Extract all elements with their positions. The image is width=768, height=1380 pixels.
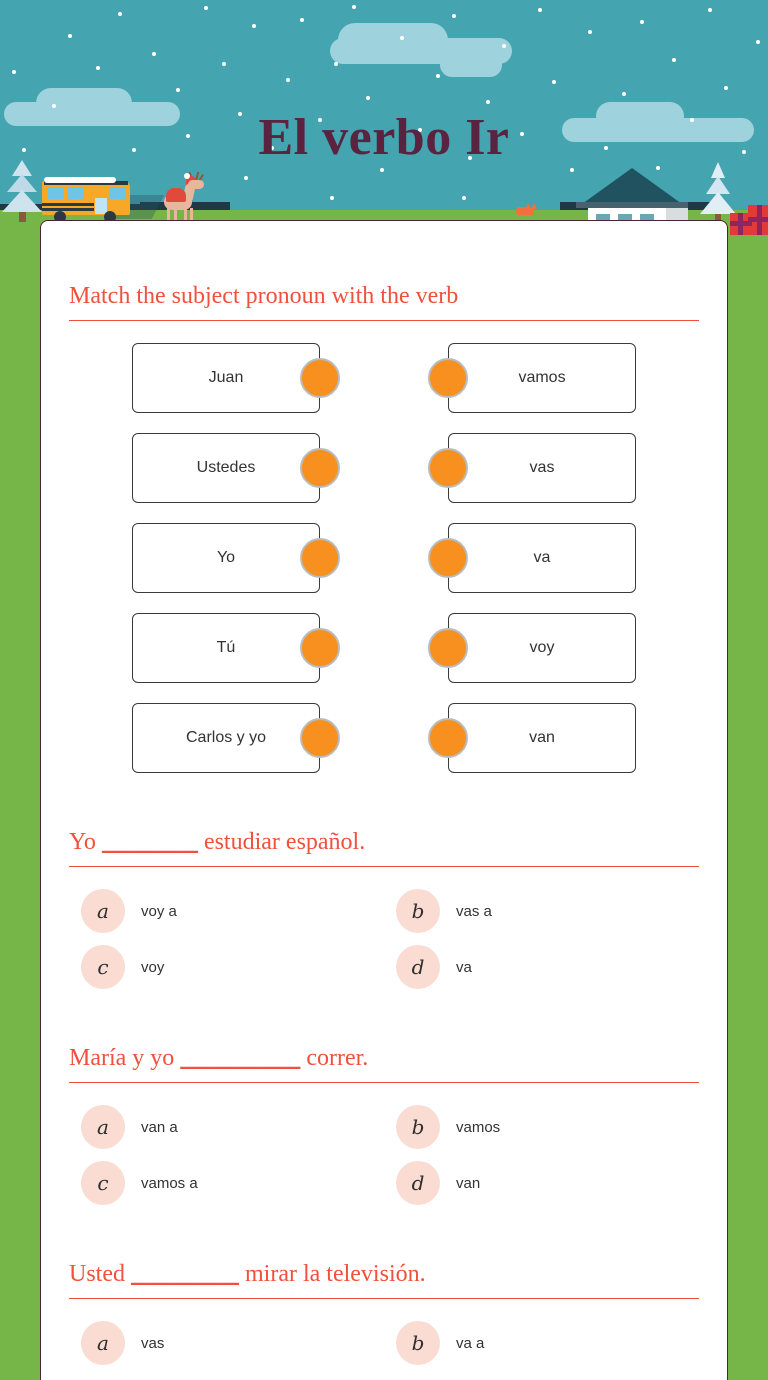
option-letter: b — [396, 889, 440, 933]
match-right-item[interactable]: vamos — [428, 343, 636, 413]
match-left-item[interactable]: Ustedes — [132, 433, 340, 503]
option-label: va — [456, 958, 472, 976]
match-right-item[interactable]: va — [428, 523, 636, 593]
option-label: van a — [141, 1118, 178, 1136]
option-label: vas a — [456, 902, 492, 920]
match-right-item[interactable]: vas — [428, 433, 636, 503]
option-list: a van a b vamos c vamos a d van — [69, 1105, 699, 1205]
option-item[interactable]: c vamos a — [69, 1161, 384, 1205]
option-list: a vas b va a — [69, 1321, 699, 1365]
match-row: Carlos y yo van — [69, 703, 699, 773]
option-label: va a — [456, 1334, 485, 1352]
option-item[interactable]: a van a — [69, 1105, 384, 1149]
fox-icon — [516, 203, 538, 217]
option-list: a voy a b vas a c voy d va — [69, 889, 699, 989]
pine-tree-icon — [2, 160, 46, 228]
option-item[interactable]: b vas a — [384, 889, 699, 933]
match-connector-dot[interactable] — [300, 628, 340, 668]
question-blank: _________ — [131, 1261, 239, 1287]
gift-boxes-icon — [730, 205, 768, 239]
question-suffix: estudiar español. — [197, 829, 366, 855]
question-prefix: María y yo — [69, 1045, 181, 1071]
option-item[interactable]: b vamos — [384, 1105, 699, 1149]
option-letter: d — [396, 945, 440, 989]
match-left-label: Yo — [216, 549, 236, 566]
option-label: voy — [141, 958, 165, 976]
match-left-item[interactable]: Tú — [132, 613, 340, 683]
option-label: voy a — [141, 902, 177, 920]
option-item[interactable]: d van — [384, 1161, 699, 1205]
worksheet-header-banner: El verbo Ir — [0, 0, 768, 232]
question-prompt: Yo ________ estudiar español. — [69, 829, 699, 867]
match-connector-dot[interactable] — [300, 358, 340, 398]
option-letter: b — [396, 1321, 440, 1365]
option-letter: b — [396, 1105, 440, 1149]
question-prompt: María y yo __________ correr. — [69, 1045, 699, 1083]
question-block: Usted _________ mirar la televisión. a v… — [69, 1261, 699, 1365]
option-letter: a — [81, 889, 125, 933]
match-connector-dot[interactable] — [300, 538, 340, 578]
question-prefix: Yo — [69, 829, 102, 855]
match-right-label: va — [533, 549, 551, 566]
school-bus-icon — [42, 175, 165, 223]
option-item[interactable]: a vas — [69, 1321, 384, 1365]
match-connector-dot[interactable] — [428, 448, 468, 488]
matching-rows: Juan vamos Ustedes vas Yo va Tú voy Carl… — [69, 343, 699, 773]
question-suffix: correr. — [300, 1045, 369, 1071]
match-right-label: vas — [529, 459, 555, 476]
match-left-label: Ustedes — [196, 459, 256, 476]
option-letter: c — [81, 945, 125, 989]
match-left-label: Carlos y yo — [185, 729, 267, 746]
match-right-label: voy — [529, 639, 555, 656]
match-connector-dot[interactable] — [428, 628, 468, 668]
option-item[interactable]: a voy a — [69, 889, 384, 933]
match-left-item[interactable]: Yo — [132, 523, 340, 593]
question-suffix: mirar la televisión. — [239, 1261, 426, 1287]
match-row: Tú voy — [69, 613, 699, 683]
option-letter: a — [81, 1105, 125, 1149]
question-block: María y yo __________ correr. a van a b … — [69, 1045, 699, 1205]
option-label: vamos a — [141, 1174, 198, 1192]
option-item[interactable]: c voy — [69, 945, 384, 989]
match-row: Ustedes vas — [69, 433, 699, 503]
match-connector-dot[interactable] — [300, 448, 340, 488]
option-letter: a — [81, 1321, 125, 1365]
match-right-item[interactable]: van — [428, 703, 636, 773]
option-label: vamos — [456, 1118, 501, 1136]
option-label: vas — [141, 1334, 165, 1352]
match-connector-dot[interactable] — [428, 358, 468, 398]
page-title: El verbo Ir — [258, 109, 510, 166]
match-left-item[interactable]: Juan — [132, 343, 340, 413]
match-connector-dot[interactable] — [428, 538, 468, 578]
match-connector-dot[interactable] — [300, 718, 340, 758]
question-blank: ________ — [101, 829, 198, 855]
match-right-label: van — [529, 729, 555, 746]
option-letter: d — [396, 1161, 440, 1205]
question-prefix: Usted — [69, 1261, 131, 1287]
option-item[interactable]: d va — [384, 945, 699, 989]
match-left-label: Juan — [208, 369, 244, 386]
match-left-label: Tú — [216, 639, 236, 656]
question-blank: __________ — [180, 1045, 301, 1071]
match-row: Juan vamos — [69, 343, 699, 413]
question-prompt: Usted _________ mirar la televisión. — [69, 1261, 699, 1299]
match-left-item[interactable]: Carlos y yo — [132, 703, 340, 773]
match-right-item[interactable]: voy — [428, 613, 636, 683]
match-connector-dot[interactable] — [428, 718, 468, 758]
match-right-label: vamos — [518, 369, 566, 386]
match-row: Yo va — [69, 523, 699, 593]
option-letter: c — [81, 1161, 125, 1205]
option-item[interactable]: b va a — [384, 1321, 699, 1365]
worksheet-content-card: Match the subject pronoun with the verb … — [40, 220, 728, 1380]
matching-heading: Match the subject pronoun with the verb — [69, 283, 699, 321]
question-block: Yo ________ estudiar español. a voy a b … — [69, 829, 699, 989]
reindeer-icon — [160, 171, 206, 224]
matching-section: Match the subject pronoun with the verb … — [69, 283, 699, 773]
option-label: van — [456, 1174, 481, 1192]
